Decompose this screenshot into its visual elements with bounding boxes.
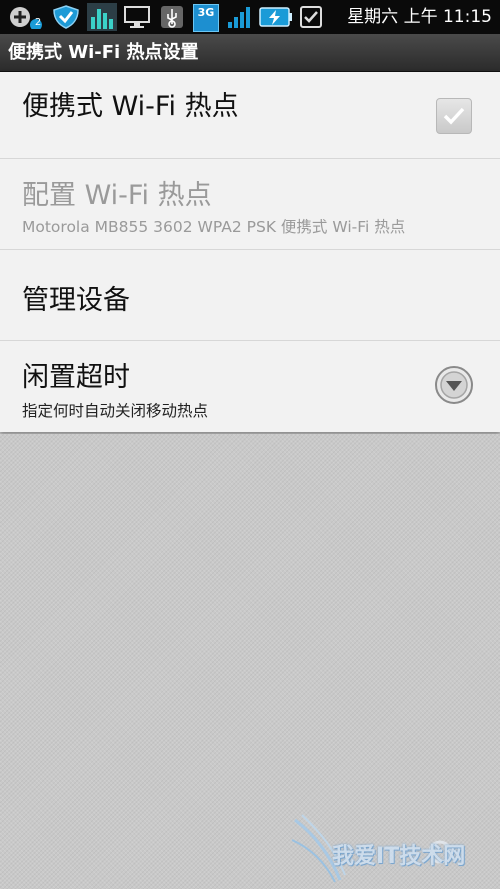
checkmark-icon (443, 107, 465, 125)
setting-title: 管理设备 (22, 285, 130, 316)
setting-idle-timeout[interactable]: 闲置超时 指定何时自动关闭移动热点 (0, 341, 500, 431)
dropdown-arrow-icon[interactable] (434, 365, 474, 405)
notification-badge: 2 (34, 17, 42, 28)
setting-title: 闲置超时 (22, 362, 130, 393)
battery-charging-icon (259, 7, 292, 27)
watermark: 我爱IT技术网 (290, 810, 495, 885)
page-title: 便携式 Wi-Fi 热点设置 (8, 42, 199, 63)
signal-icon (228, 7, 250, 28)
setting-title: 便携式 Wi-Fi 热点 (22, 91, 239, 122)
setting-summary: 指定何时自动关闭移动热点 (22, 402, 209, 420)
settings-list: 便携式 Wi-Fi 热点 配置 Wi-Fi 热点 Motorola MB855 … (0, 72, 500, 432)
status-bar: 2 3G 星期六 上午 11:15 (0, 0, 500, 34)
equalizer-icon (87, 3, 117, 31)
checkbox-notification-icon (300, 6, 322, 28)
setting-portable-hotspot[interactable]: 便携式 Wi-Fi 热点 (0, 72, 500, 159)
setting-manage-devices[interactable]: 管理设备 (0, 250, 500, 341)
title-bar: 便携式 Wi-Fi 热点设置 (0, 34, 500, 72)
status-clock: 星期六 上午 11:15 (347, 7, 492, 27)
setting-title: 配置 Wi-Fi 热点 (22, 180, 212, 211)
setting-summary: Motorola MB855 3602 WPA2 PSK 便携式 Wi-Fi 热… (22, 218, 406, 236)
3g-icon: 3G (193, 4, 219, 32)
hotspot-checkbox[interactable] (436, 98, 472, 134)
usb-icon (161, 6, 183, 28)
monitor-icon (124, 6, 150, 28)
setting-configure-hotspot[interactable]: 配置 Wi-Fi 热点 Motorola MB855 3602 WPA2 PSK… (0, 159, 500, 250)
shield-icon (53, 5, 79, 29)
watermark-text: 我爱IT技术网 (332, 844, 466, 869)
